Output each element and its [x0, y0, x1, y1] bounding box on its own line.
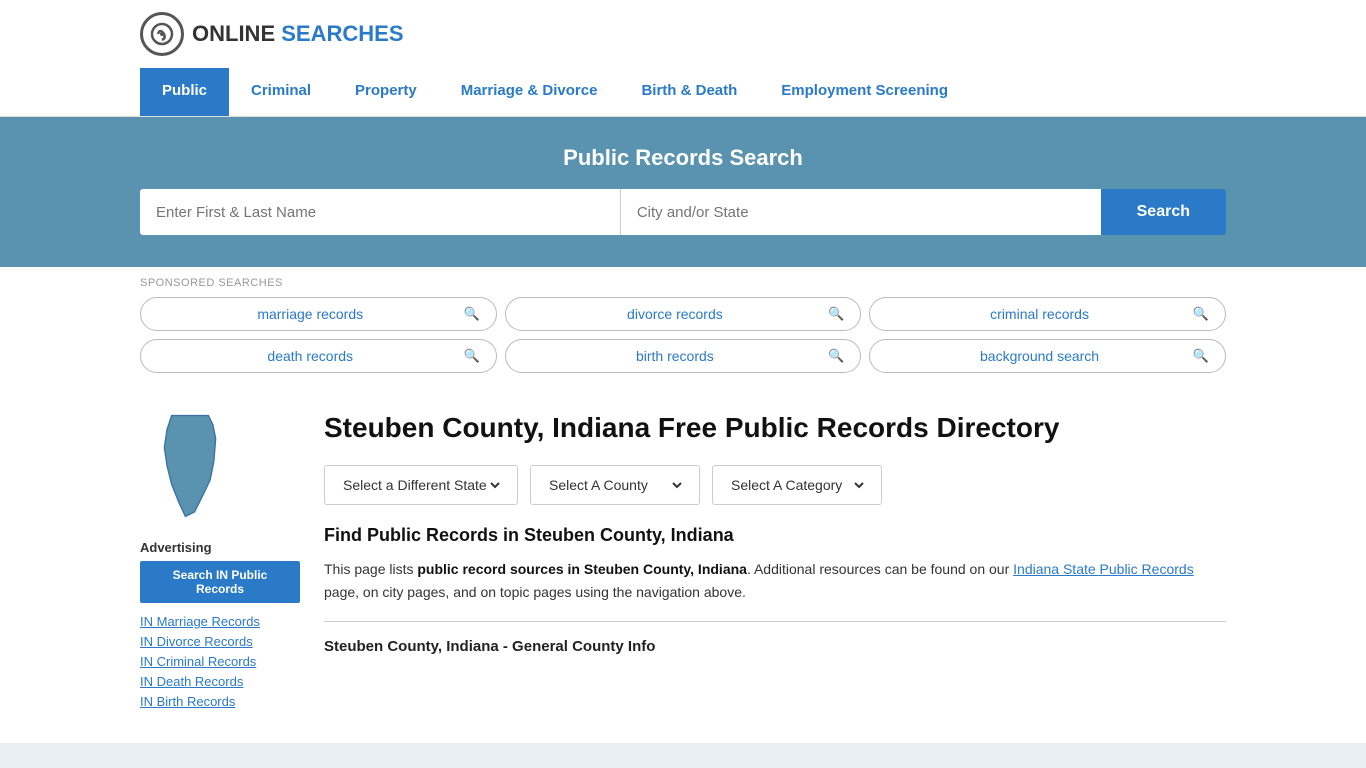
sponsored-item-birth[interactable]: birth records 🔍 — [505, 339, 862, 373]
sidebar-link-birth[interactable]: IN Birth Records — [140, 693, 300, 709]
nav-item-criminal[interactable]: Criminal — [229, 68, 333, 116]
ad-button[interactable]: Search IN Public Records — [140, 561, 300, 603]
description-part1: This page lists — [324, 561, 417, 577]
category-select[interactable]: Select A Category — [727, 476, 867, 494]
search-name-input[interactable] — [140, 189, 620, 235]
hero-section: Public Records Search Search — [0, 117, 1366, 267]
content-area: Steuben County, Indiana Free Public Reco… — [324, 411, 1226, 713]
sponsored-link-death[interactable]: death records — [157, 348, 463, 364]
search-icon-birth: 🔍 — [828, 348, 844, 364]
sidebar-link-death[interactable]: IN Death Records — [140, 673, 300, 689]
logo-text: ONLINE SEARCHES — [192, 21, 404, 47]
sponsored-grid: marriage records 🔍 divorce records 🔍 cri… — [140, 297, 1226, 373]
sponsored-link-criminal[interactable]: criminal records — [886, 306, 1192, 322]
page-title: Steuben County, Indiana Free Public Reco… — [324, 411, 1226, 445]
sponsored-link-background[interactable]: background search — [886, 348, 1192, 364]
state-map — [140, 411, 300, 524]
hero-title: Public Records Search — [140, 145, 1226, 171]
nav-item-property[interactable]: Property — [333, 68, 439, 116]
find-title: Find Public Records in Steuben County, I… — [324, 525, 1226, 546]
header: ONLINE SEARCHES — [0, 0, 1366, 68]
county-select[interactable]: Select A County — [545, 476, 685, 494]
search-icon-background: 🔍 — [1193, 348, 1209, 364]
main-navigation: Public Criminal Property Marriage & Divo… — [0, 68, 1366, 117]
search-icon-criminal: 🔍 — [1193, 306, 1209, 322]
sponsored-link-birth[interactable]: birth records — [522, 348, 828, 364]
search-button[interactable]: Search — [1101, 189, 1226, 235]
logo-icon — [140, 12, 184, 56]
search-icon-marriage: 🔍 — [463, 306, 479, 322]
search-form: Search — [140, 189, 1226, 235]
sidebar: Advertising Search IN Public Records IN … — [140, 411, 300, 713]
county-dropdown[interactable]: Select A County — [530, 465, 700, 505]
state-select[interactable]: Select a Different State — [339, 476, 503, 494]
search-icon-death: 🔍 — [463, 348, 479, 364]
sponsored-item-divorce[interactable]: divorce records 🔍 — [505, 297, 862, 331]
main-content: Advertising Search IN Public Records IN … — [0, 391, 1366, 743]
nav-item-birth-death[interactable]: Birth & Death — [619, 68, 759, 116]
dropdown-row: Select a Different State Select A County… — [324, 465, 1226, 505]
search-location-input[interactable] — [620, 189, 1101, 235]
description-part3: page, on city pages, and on topic pages … — [324, 584, 746, 600]
description-link[interactable]: Indiana State Public Records — [1013, 561, 1194, 577]
sponsored-label: SPONSORED SEARCHES — [140, 277, 1226, 289]
content-divider — [324, 621, 1226, 622]
advertising-label: Advertising — [140, 540, 300, 555]
sidebar-link-divorce[interactable]: IN Divorce Records — [140, 633, 300, 649]
sponsored-item-criminal[interactable]: criminal records 🔍 — [869, 297, 1226, 331]
sponsored-section: SPONSORED SEARCHES marriage records 🔍 di… — [0, 267, 1366, 391]
category-dropdown[interactable]: Select A Category — [712, 465, 882, 505]
section-subtitle: Steuben County, Indiana - General County… — [324, 638, 1226, 655]
search-icon-divorce: 🔍 — [828, 306, 844, 322]
nav-item-public[interactable]: Public — [140, 68, 229, 116]
find-description: This page lists public record sources in… — [324, 558, 1226, 606]
nav-item-employment[interactable]: Employment Screening — [759, 68, 970, 116]
sponsored-item-death[interactable]: death records 🔍 — [140, 339, 497, 373]
sponsored-link-divorce[interactable]: divorce records — [522, 306, 828, 322]
sidebar-link-criminal[interactable]: IN Criminal Records — [140, 653, 300, 669]
sidebar-link-marriage[interactable]: IN Marriage Records — [140, 613, 300, 629]
sponsored-link-marriage[interactable]: marriage records — [157, 306, 463, 322]
sponsored-item-marriage[interactable]: marriage records 🔍 — [140, 297, 497, 331]
sidebar-links: IN Marriage Records IN Divorce Records I… — [140, 613, 300, 709]
nav-item-marriage-divorce[interactable]: Marriage & Divorce — [439, 68, 620, 116]
description-bold: public record sources in Steuben County,… — [417, 561, 747, 577]
description-part2: . Additional resources can be found on o… — [747, 561, 1013, 577]
sponsored-item-background[interactable]: background search 🔍 — [869, 339, 1226, 373]
state-dropdown[interactable]: Select a Different State — [324, 465, 518, 505]
